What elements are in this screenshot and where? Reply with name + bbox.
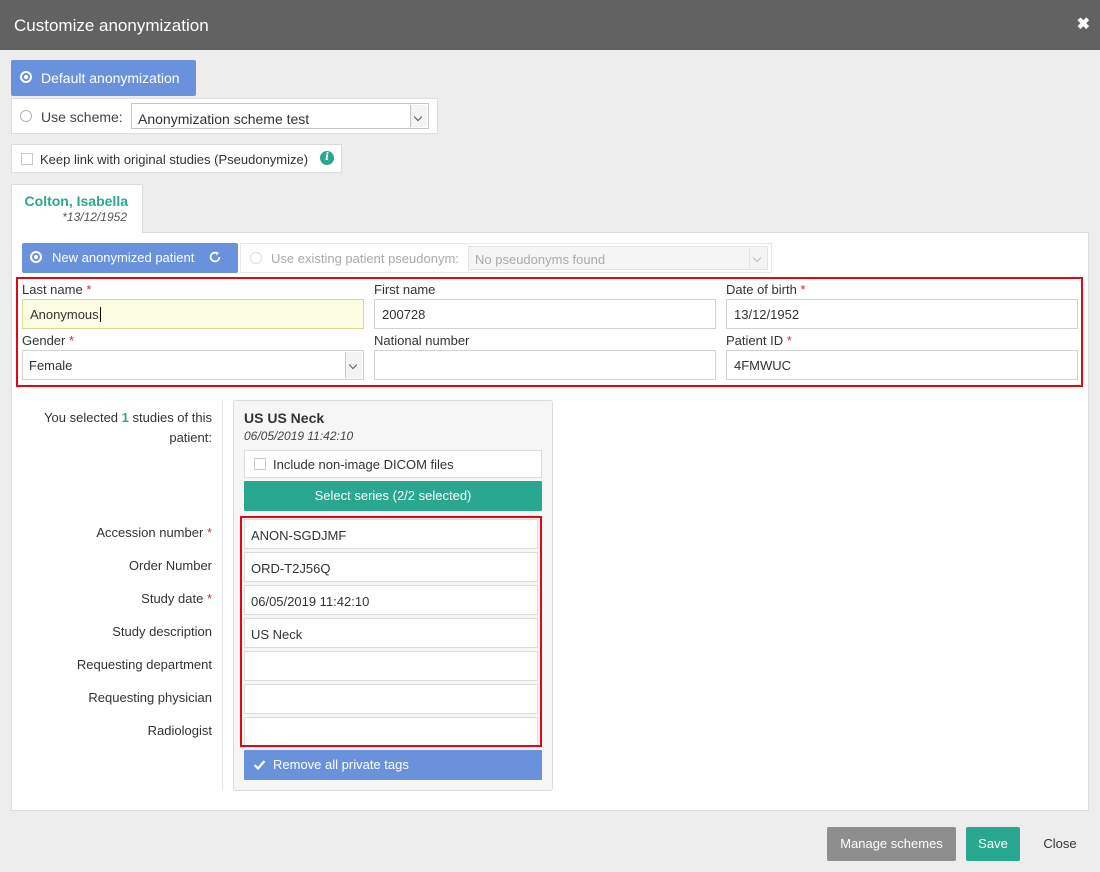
existing-pseudonym-label: Use existing patient pseudonym:	[271, 251, 459, 266]
patient-id-label: Patient ID *	[726, 333, 792, 348]
selection-summary: You selected 1 studies of this patient:	[44, 410, 212, 445]
save-button[interactable]: Save	[966, 827, 1020, 861]
close-button[interactable]: Close	[1030, 827, 1090, 861]
accession-number-label: Accession number *	[96, 525, 212, 540]
patient-dob: *13/12/1952	[62, 210, 127, 224]
pseudonymize-label: Keep link with original studies (Pseudon…	[40, 152, 309, 167]
requesting-physician-label: Requesting physician	[88, 690, 212, 705]
national-number-field[interactable]	[374, 350, 716, 380]
dialog-titlebar: Customize anonymization ✖	[0, 0, 1100, 50]
gender-value: Female	[29, 358, 73, 373]
default-anonymization-label: Default anonymization	[41, 70, 180, 86]
pseudonym-select[interactable]: No pseudonyms found	[468, 246, 768, 270]
scheme-select-value: Anonymization scheme test	[138, 111, 310, 127]
first-name-value: 200728	[382, 307, 426, 322]
default-anonymization-option[interactable]: Default anonymization	[11, 60, 196, 96]
radio-icon[interactable]	[20, 71, 32, 83]
radio-icon[interactable]	[250, 252, 262, 264]
study-date-label: Study date *	[141, 591, 212, 606]
study-title: US US Neck	[244, 410, 325, 426]
patient-name: Colton, Isabella	[24, 193, 128, 209]
manage-schemes-button[interactable]: Manage schemes	[827, 827, 956, 861]
info-icon[interactable]: i	[320, 151, 334, 165]
patient-id-value: 4FMWUC	[734, 358, 792, 373]
chevron-down-icon[interactable]	[345, 352, 362, 378]
chevron-down-icon[interactable]	[410, 105, 427, 127]
requesting-department-label: Requesting department	[76, 657, 212, 672]
chevron-down-icon[interactable]	[749, 248, 766, 268]
gender-select[interactable]: Female	[22, 350, 364, 380]
pseudonymize-option[interactable]: Keep link with original studies (Pseudon…	[11, 144, 342, 173]
order-number-label: Order Number	[128, 558, 212, 573]
dob-field[interactable]: 13/12/1952	[726, 299, 1078, 329]
existing-pseudonym-option[interactable]: Use existing patient pseudonym: No pseud…	[240, 243, 772, 273]
pseudonym-select-value: No pseudonyms found	[475, 252, 606, 267]
first-name-field[interactable]: 200728	[374, 299, 716, 329]
pseudonymize-checkbox[interactable]	[21, 153, 33, 165]
tab-patient[interactable]: Colton, Isabella *13/12/1952	[11, 184, 143, 233]
nonimage-label: Include non-image DICOM files	[273, 457, 454, 472]
selection-count: 1	[121, 410, 129, 425]
study-description-label: Study description	[112, 624, 212, 639]
study-fields-highlight	[240, 516, 542, 747]
refresh-icon[interactable]	[208, 250, 222, 264]
nonimage-checkbox[interactable]	[254, 458, 266, 470]
radio-icon[interactable]	[20, 110, 32, 122]
dob-value: 13/12/1952	[734, 307, 800, 322]
study-datetime: 06/05/2019 11:42:10	[244, 429, 354, 443]
divider	[222, 400, 223, 791]
last-name-label: Last name *	[22, 282, 92, 297]
last-name-value: Anonymous	[30, 307, 99, 322]
remove-private-tags-label: Remove all private tags	[273, 757, 409, 772]
patient-id-field[interactable]: 4FMWUC	[726, 350, 1078, 380]
radio-icon[interactable]	[30, 251, 42, 263]
new-anonymized-patient-label: New anonymized patient	[52, 250, 195, 265]
gender-label: Gender *	[22, 333, 75, 348]
use-scheme-label: Use scheme:	[41, 109, 123, 125]
close-icon[interactable]: ✖	[1077, 16, 1090, 34]
radiologist-label: Radiologist	[147, 723, 212, 738]
dob-label: Date of birth *	[726, 282, 806, 297]
use-scheme-option[interactable]: Use scheme: Anonymization scheme test	[11, 98, 438, 134]
remove-private-tags-toggle[interactable]: Remove all private tags	[244, 750, 542, 780]
select-series-button[interactable]: Select series (2/2 selected)	[244, 481, 542, 511]
nonimage-option[interactable]: Include non-image DICOM files	[244, 450, 542, 478]
last-name-field[interactable]: Anonymous	[22, 299, 364, 329]
check-icon	[253, 760, 266, 771]
scheme-select[interactable]: Anonymization scheme test	[131, 103, 429, 129]
new-anonymized-patient-option[interactable]: New anonymized patient	[22, 243, 238, 273]
national-number-label: National number	[374, 333, 470, 348]
dialog-title: Customize anonymization	[14, 16, 209, 35]
first-name-label: First name	[374, 282, 436, 297]
